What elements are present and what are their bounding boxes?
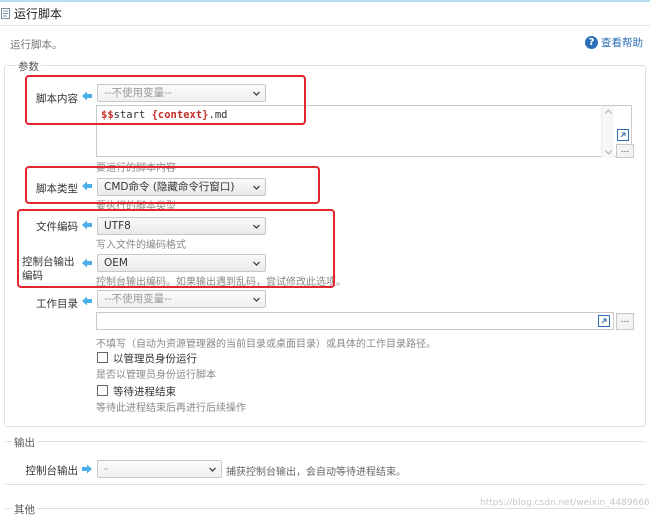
chevron-down-icon [253, 261, 260, 266]
console-encoding-label-line2: 编码 [22, 270, 43, 282]
arrow-left-icon [82, 181, 92, 191]
select-value: UTF8 [104, 220, 131, 232]
other-group: 其他 [4, 502, 646, 528]
console-encoding-label-line1: 控制台输出 [22, 256, 75, 268]
workdir-variable-select[interactable]: --不使用变量-- [97, 290, 266, 308]
title-divider [0, 25, 650, 26]
help-link[interactable]: ? 查看帮助 [585, 35, 643, 50]
workdir-hint: 不填写（自动为资源管理器的当前目录或桌面目录）或具体的工作目录路径。 [96, 339, 436, 350]
scroll-up-icon[interactable] [605, 109, 612, 114]
select-value: CMD命令 (隐藏命令行窗口) [104, 181, 235, 193]
expand-editor-icon[interactable] [617, 129, 629, 141]
page-description: 运行脚本。 [10, 39, 63, 51]
file-encoding-select[interactable]: UTF8 [97, 217, 266, 235]
expand-editor-icon[interactable] [598, 315, 610, 327]
code-suffix: .md [208, 109, 228, 121]
workdir-more-button[interactable]: ... [616, 313, 634, 330]
params-legend: 参数 [16, 59, 41, 74]
run-as-admin-hint: 是否以管理员身份运行脚本 [96, 370, 216, 381]
script-type-hint: 要执行的脚本类型 [96, 201, 176, 212]
select-value: OEM [104, 257, 128, 269]
console-output-variable-select[interactable]: - [97, 460, 222, 478]
script-type-label: 脚本类型 [36, 183, 78, 195]
help-icon: ? [585, 36, 598, 49]
workdir-input[interactable] [96, 312, 614, 330]
script-type-select[interactable]: CMD命令 (隐藏命令行窗口) [97, 178, 266, 196]
arrow-left-icon [82, 220, 92, 230]
script-icon [1, 7, 11, 19]
script-code: $$start {context}.md [101, 109, 227, 121]
script-content-more-button[interactable]: ... [616, 144, 634, 158]
chevron-down-icon [253, 185, 260, 190]
script-content-hint: 要运行的脚本内容 [96, 163, 176, 174]
select-value: - [104, 463, 108, 475]
other-legend: 其他 [12, 502, 37, 517]
code-start: start [113, 109, 152, 121]
wait-exit-hint: 等待此进程结束后再进行后续操作 [96, 403, 246, 414]
chevron-down-icon [253, 91, 260, 96]
run-as-admin-checkbox[interactable] [97, 352, 108, 363]
arrow-right-icon [82, 464, 92, 474]
chevron-down-icon [253, 224, 260, 229]
console-encoding-hint: 控制台输出编码。如果输出遇到乱码，尝试修改此选项。 [96, 277, 346, 288]
chevron-down-icon [209, 467, 216, 472]
help-label: 查看帮助 [601, 37, 643, 49]
file-encoding-label: 文件编码 [36, 221, 78, 233]
output-legend: 输出 [12, 435, 37, 450]
textarea-scrollbar[interactable] [601, 106, 614, 158]
run-as-admin-label[interactable]: 以管理员身份运行 [113, 351, 197, 366]
code-prefix: $$ [101, 109, 114, 121]
arrow-left-icon [82, 296, 92, 306]
script-content-label: 脚本内容 [36, 93, 78, 105]
script-content-textarea[interactable]: $$start {context}.md [96, 105, 632, 158]
console-encoding-label: 控制台输出 编码 [22, 255, 78, 283]
code-variable: {context} [151, 109, 209, 121]
wait-exit-checkbox[interactable] [97, 385, 108, 396]
workdir-label: 工作目录 [36, 298, 78, 310]
select-value: --不使用变量-- [104, 87, 172, 99]
arrow-left-icon [82, 258, 92, 268]
chevron-down-icon [253, 297, 260, 302]
file-encoding-hint: 写入文件的编码格式 [96, 240, 186, 251]
watermark: https://blog.csdn.net/weixin_44896665 [480, 498, 650, 508]
select-value: --不使用变量-- [104, 293, 172, 305]
console-output-hint: 捕获控制台输出，会自动等待进程结束。 [226, 467, 406, 478]
script-content-variable-select[interactable]: --不使用变量-- [97, 84, 266, 102]
page-title: 运行脚本 [14, 6, 63, 21]
scroll-down-icon[interactable] [605, 150, 612, 155]
arrow-left-icon [82, 91, 92, 101]
title-bar: 运行脚本 [0, 4, 62, 22]
top-border [0, 0, 650, 2]
console-output-label: 控制台输出 [25, 465, 79, 477]
console-encoding-select[interactable]: OEM [97, 254, 266, 272]
wait-exit-label[interactable]: 等待进程结束 [113, 384, 176, 399]
